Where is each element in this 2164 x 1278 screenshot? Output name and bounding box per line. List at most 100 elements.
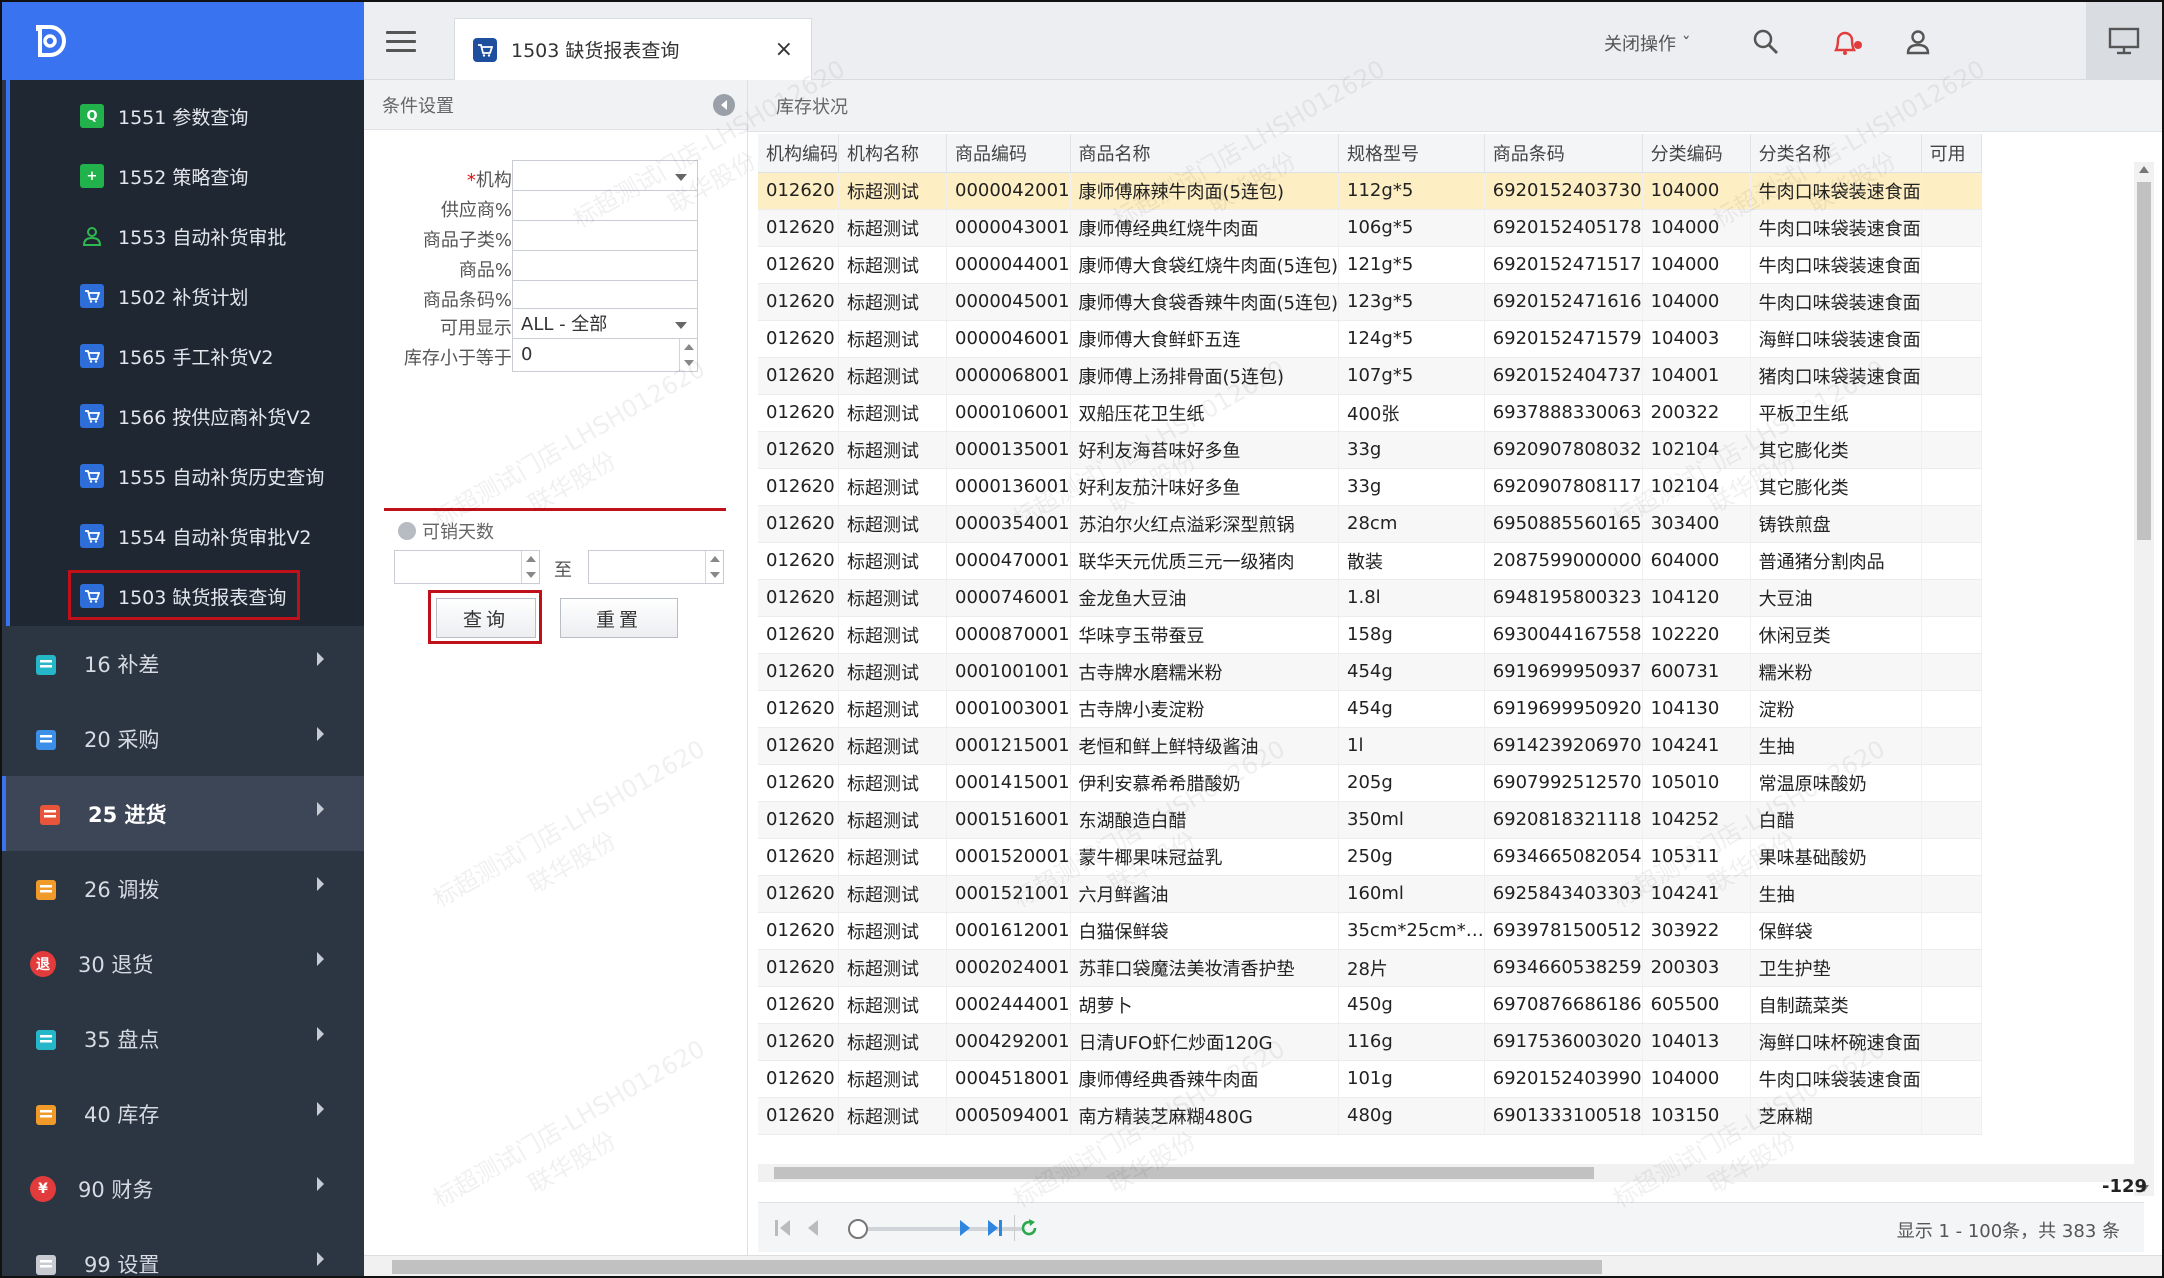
spinner-arrows-icon[interactable] xyxy=(679,339,697,371)
table-cell: 好利友海苔味好多鱼 xyxy=(1070,431,1340,469)
table-row[interactable]: 012620 标超测试 0000136001 好利友茄汁味好多鱼 33g 69209078… xyxy=(758,468,1982,506)
submenu-item[interactable]: 1503 缺货报表查询 xyxy=(10,566,364,626)
fullscreen-monitor-icon[interactable] xyxy=(2086,2,2162,80)
table-cell: 123g*5 xyxy=(1338,283,1485,321)
table-cell: 6920152471517 xyxy=(1484,246,1643,284)
table-row[interactable]: 012620 标超测试 0000045001 康师傅大食袋香辣牛肉面(5连包) 123g… xyxy=(758,283,1982,321)
last-page-icon[interactable] xyxy=(984,1217,1006,1239)
chevron-down-icon[interactable] xyxy=(675,174,687,181)
table-row[interactable]: 012620 标超测试 0000354001 苏泊尔火红点溢彩深型煎锅 28cm 6950… xyxy=(758,505,1982,543)
chevron-right-icon xyxy=(317,802,324,816)
reset-button[interactable]: 重置 xyxy=(560,598,678,638)
field-input[interactable] xyxy=(512,160,698,194)
table-row[interactable]: 012620 标超测试 0001612001 白猫保鲜袋 35cm*25cm*… 6939… xyxy=(758,912,1982,950)
column-header[interactable]: 商品编码 xyxy=(946,134,1071,173)
table-row[interactable]: 012620 标超测试 0002444001 胡萝卜 450g 6970876686186… xyxy=(758,986,1982,1024)
sidebar-item[interactable]: 退 30 退货 xyxy=(2,926,364,1001)
table-row[interactable]: 012620 标超测试 0000135001 好利友海苔味好多鱼 33g 69209078… xyxy=(758,431,1982,469)
submenu-item[interactable]: 1553 自动补货审批 xyxy=(10,206,364,266)
submenu-item[interactable]: 1502 补货计划 xyxy=(10,266,364,326)
table-cell: 6939781500512 xyxy=(1484,912,1643,950)
column-header[interactable]: 分类名称 xyxy=(1750,134,1922,173)
field-input[interactable]: ALL - 全部 xyxy=(512,308,698,342)
table-row[interactable]: 012620 标超测试 0001001001 古寺牌水磨糯米粉 454g 69196999… xyxy=(758,653,1982,691)
sidebar-item[interactable]: 40 库存 xyxy=(2,1076,364,1151)
table-row[interactable]: 012620 标超测试 0001415001 伊利安慕希希腊酸奶 205g 6907992… xyxy=(758,764,1982,802)
days-from-input[interactable] xyxy=(394,550,540,584)
query-button[interactable]: 查询 xyxy=(436,598,536,638)
collapse-left-icon[interactable] xyxy=(713,94,735,116)
page-horizontal-scrollbar[interactable] xyxy=(364,1255,2162,1276)
search-icon[interactable] xyxy=(1752,28,1780,60)
column-header[interactable]: 可用 xyxy=(1921,134,1982,173)
close-operations-dropdown[interactable]: 关闭操作 ˇ xyxy=(1604,30,1691,56)
radio-icon[interactable] xyxy=(398,522,416,540)
table-row[interactable]: 012620 标超测试 0000043001 康师傅经典红烧牛肉面 106g*5 6920… xyxy=(758,209,1982,247)
column-header[interactable]: 商品条码 xyxy=(1484,134,1643,173)
table-row[interactable]: 012620 标超测试 0004518001 康师傅经典香辣牛肉面 101g 692015… xyxy=(758,1060,1982,1098)
submenu-item[interactable]: 1555 自动补货历史查询 xyxy=(10,446,364,506)
table-row[interactable]: 012620 标超测试 0000870001 华味亨玉带蚕豆 158g 693004416… xyxy=(758,616,1982,654)
table-row[interactable]: 012620 标超测试 0000746001 金龙鱼大豆油 1.8l 6948195800… xyxy=(758,579,1982,617)
table-row[interactable]: 012620 标超测试 0001520001 蒙牛椰果味冠益乳 250g 69346650… xyxy=(758,838,1982,876)
field-input[interactable]: 0 xyxy=(512,338,698,372)
table-row[interactable]: 012620 标超测试 0000044001 康师傅大食袋红烧牛肉面(5连包) 121g… xyxy=(758,246,1982,284)
submenu-item[interactable]: 1565 手工补货V2 xyxy=(10,326,364,386)
table-row[interactable]: 012620 标超测试 0000042001 康师傅麻辣牛肉面(5连包) 112g*5 6… xyxy=(758,172,1982,210)
submenu-item[interactable]: 1566 按供应商补货V2 xyxy=(10,386,364,446)
table-row[interactable]: 012620 标超测试 0004292001 日清UFO虾仁炒面120G 116g 691… xyxy=(758,1023,1982,1061)
column-header[interactable]: 商品名称 xyxy=(1070,134,1340,173)
menu-toggle-icon[interactable] xyxy=(386,31,416,53)
horizontal-scrollbar[interactable] xyxy=(758,1164,2144,1182)
prev-page-icon[interactable] xyxy=(802,1217,824,1239)
submenu-item[interactable]: 1554 自动补货审批V2 xyxy=(10,506,364,566)
table-cell: 454g xyxy=(1338,653,1485,691)
sidebar-item[interactable]: 25 进货 xyxy=(2,776,364,851)
table-row[interactable]: 012620 标超测试 0001521001 六月鲜酱油 160ml 6925843403… xyxy=(758,875,1982,913)
table-cell: 104130 xyxy=(1642,690,1751,728)
table-row[interactable]: 012620 标超测试 0001215001 老恒和鲜上鲜特级酱油 1l 69142392… xyxy=(758,727,1982,765)
table-row[interactable]: 012620 标超测试 0002024001 苏菲口袋魔法美妆清香护垫 28片 69346… xyxy=(758,949,1982,987)
tab-close-icon[interactable]: × xyxy=(775,37,793,62)
column-header[interactable]: 分类编码 xyxy=(1642,134,1751,173)
page-slider-knob[interactable] xyxy=(848,1219,868,1239)
table-row[interactable]: 012620 标超测试 0001003001 古寺牌小麦淀粉 454g 691969995… xyxy=(758,690,1982,728)
days-to-input[interactable] xyxy=(588,550,724,584)
chevron-down-icon[interactable] xyxy=(675,322,687,329)
table-row[interactable]: 012620 标超测试 0000068001 康师傅上汤排骨面(5连包) 107g*5 6… xyxy=(758,357,1982,395)
table-row[interactable]: 012620 标超测试 0005094001 南方精装芝麻糊480G 480g 69013… xyxy=(758,1097,1982,1135)
field-input[interactable] xyxy=(512,190,698,224)
sidebar-item[interactable]: 20 采购 xyxy=(2,701,364,776)
column-header[interactable]: 规格型号 xyxy=(1338,134,1485,173)
sidebar-item[interactable]: 26 调拨 xyxy=(2,851,364,926)
sidebar-item[interactable]: 16 补差 xyxy=(2,626,364,701)
table-cell-empty xyxy=(1921,468,1982,506)
column-header[interactable]: 机构编码 xyxy=(758,134,839,173)
table-row[interactable]: 012620 标超测试 0001516001 东湖酿造白醋 350ml 692081832… xyxy=(758,801,1982,839)
first-page-icon[interactable] xyxy=(772,1217,794,1239)
table-cell: 联华天元优质三元一级猪肉 xyxy=(1070,542,1340,580)
notification-bell-icon[interactable] xyxy=(1830,28,1864,62)
sidebar-item[interactable]: 35 盘点 xyxy=(2,1001,364,1076)
table-row[interactable]: 012620 标超测试 0000106001 双船压花卫生纸 400张 693788833… xyxy=(758,394,1982,432)
stock-field-highlight xyxy=(384,508,726,511)
submenu-item[interactable]: +1552 策略查询 xyxy=(10,146,364,206)
tab-1503[interactable]: 1503 缺货报表查询 × xyxy=(454,18,812,80)
vertical-scrollbar[interactable] xyxy=(2134,162,2154,1196)
user-icon[interactable] xyxy=(1904,28,1932,60)
refresh-icon[interactable] xyxy=(1018,1217,1040,1239)
submenu-item[interactable]: Q 1551 参数查询 xyxy=(10,86,364,146)
table-row[interactable]: 012620 标超测试 0000470001 联华天元优质三元一级猪肉 散装 208759… xyxy=(758,542,1982,580)
sidebar-item[interactable]: 99 设置 xyxy=(2,1226,364,1276)
field-input[interactable] xyxy=(512,250,698,284)
column-header[interactable]: 机构名称 xyxy=(838,134,947,173)
next-page-icon[interactable] xyxy=(954,1217,976,1239)
field-input[interactable] xyxy=(512,220,698,254)
table-cell: 0000045001 xyxy=(946,283,1071,321)
saleable-days-option[interactable]: 可销天数 xyxy=(398,518,494,544)
spinner-arrows-icon[interactable] xyxy=(705,551,723,583)
table-cell: 蒙牛椰果味冠益乳 xyxy=(1070,838,1340,876)
sidebar-item[interactable]: ¥90 财务 xyxy=(2,1151,364,1226)
spinner-arrows-icon[interactable] xyxy=(521,551,539,583)
table-row[interactable]: 012620 标超测试 0000046001 康师傅大食鲜虾五连 124g*5 69201… xyxy=(758,320,1982,358)
